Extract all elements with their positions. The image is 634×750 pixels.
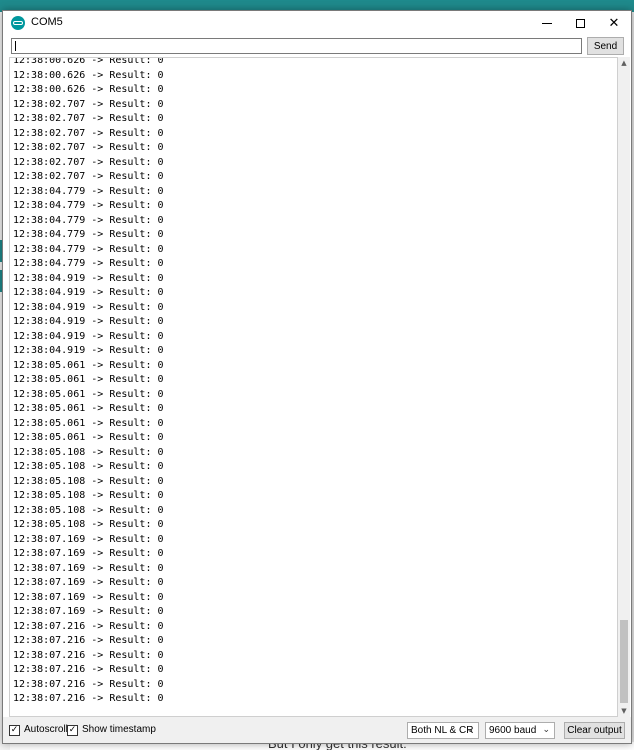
arduino-icon bbox=[11, 16, 25, 30]
window-title: COM5 bbox=[31, 16, 63, 28]
output-line: 12:38:05.108 -> Result: 0 bbox=[13, 519, 164, 530]
output-line: 12:38:02.707 -> Result: 0 bbox=[13, 171, 164, 182]
chevron-down-icon: ⌄ bbox=[542, 724, 550, 734]
output-line: 12:38:05.108 -> Result: 0 bbox=[13, 446, 164, 458]
output-line: 12:38:02.707 -> Result: 0 bbox=[13, 142, 164, 153]
output-line: 12:38:04.779 -> Result: 0 bbox=[13, 243, 164, 255]
output-line: 12:38:05.108 -> Result: 0 bbox=[13, 475, 164, 487]
output-line: 12:38:05.061 -> Result: 0 bbox=[13, 417, 164, 429]
output-line: 12:38:07.169 -> Result: 0 bbox=[13, 606, 164, 617]
baud-rate-value: 9600 baud bbox=[489, 725, 537, 736]
baud-rate-select[interactable]: 9600 baud ⌄ bbox=[485, 722, 555, 739]
minimize-icon bbox=[542, 22, 552, 24]
title-bar[interactable]: COM5 ✕ bbox=[3, 11, 631, 35]
output-line: 12:38:04.779 -> Result: 0 bbox=[13, 200, 164, 211]
checkmark-icon: ✓ bbox=[68, 725, 77, 735]
output-line: 12:38:00.626 -> Result: 0 bbox=[13, 84, 164, 95]
output-line: 12:38:07.216 -> Result: 0 bbox=[13, 635, 164, 646]
output-line: 12:38:05.061 -> Result: 0 bbox=[13, 388, 164, 400]
scrollbar-thumb[interactable] bbox=[620, 620, 628, 703]
line-ending-select[interactable]: Both NL & CR ⌄ bbox=[407, 722, 479, 739]
serial-input-field[interactable] bbox=[11, 38, 582, 54]
output-line: 12:38:04.779 -> Result: 0 bbox=[13, 214, 164, 226]
send-bar: Send bbox=[3, 35, 631, 57]
output-line: 12:38:07.216 -> Result: 0 bbox=[13, 693, 164, 704]
output-line: 12:38:04.919 -> Result: 0 bbox=[13, 330, 164, 342]
output-lines: 12:38:00.626 -> Result: 0 12:38:00.626 ->… bbox=[13, 57, 164, 707]
output-line: 12:38:07.169 -> Result: 0 bbox=[13, 533, 164, 545]
output-line: 12:38:05.108 -> Result: 0 bbox=[13, 504, 164, 516]
output-line: 12:38:07.169 -> Result: 0 bbox=[13, 577, 164, 588]
line-ending-value: Both NL & CR bbox=[411, 725, 474, 736]
close-button[interactable]: ✕ bbox=[597, 11, 631, 35]
serial-monitor-window: COM5 ✕ Send 12:38:00.626 -> Result: 0 12:… bbox=[2, 10, 632, 744]
timestamp-label: Show timestamp bbox=[82, 724, 156, 735]
text-caret bbox=[15, 41, 16, 51]
output-line: 12:38:02.707 -> Result: 0 bbox=[13, 156, 164, 168]
output-line: 12:38:05.061 -> Result: 0 bbox=[13, 374, 164, 385]
maximize-button[interactable] bbox=[563, 11, 597, 35]
output-line: 12:38:07.169 -> Result: 0 bbox=[13, 591, 164, 603]
output-line: 12:38:07.216 -> Result: 0 bbox=[13, 678, 164, 690]
serial-output-area[interactable]: 12:38:00.626 -> Result: 0 12:38:00.626 ->… bbox=[9, 57, 618, 717]
output-line: 12:38:04.919 -> Result: 0 bbox=[13, 301, 164, 313]
output-line: 12:38:02.707 -> Result: 0 bbox=[13, 127, 164, 139]
output-line: 12:38:05.108 -> Result: 0 bbox=[13, 461, 164, 472]
clear-output-button[interactable]: Clear output bbox=[564, 722, 625, 739]
timestamp-checkbox[interactable]: ✓ bbox=[67, 725, 78, 736]
autoscroll-checkbox[interactable]: ✓ bbox=[9, 725, 20, 736]
output-line: 12:38:04.779 -> Result: 0 bbox=[13, 258, 164, 269]
output-line: 12:38:04.919 -> Result: 0 bbox=[13, 345, 164, 356]
output-line: 12:38:04.779 -> Result: 0 bbox=[13, 185, 164, 197]
output-line: 12:38:07.169 -> Result: 0 bbox=[13, 548, 164, 559]
output-line: 12:38:05.061 -> Result: 0 bbox=[13, 359, 164, 371]
close-icon: ✕ bbox=[608, 15, 620, 31]
output-line: 12:38:04.919 -> Result: 0 bbox=[13, 272, 164, 284]
minimize-button[interactable] bbox=[530, 11, 564, 35]
output-line: 12:38:04.919 -> Result: 0 bbox=[13, 316, 164, 327]
chevron-down-icon: ⌄ bbox=[466, 724, 474, 734]
output-line: 12:38:05.108 -> Result: 0 bbox=[13, 490, 164, 501]
output-line: 12:38:00.626 -> Result: 0 bbox=[13, 57, 164, 66]
output-line: 12:38:04.779 -> Result: 0 bbox=[13, 229, 164, 240]
autoscroll-label: Autoscroll bbox=[24, 724, 68, 735]
output-line: 12:38:07.216 -> Result: 0 bbox=[13, 620, 164, 632]
scroll-up-icon[interactable]: ▲ bbox=[618, 57, 630, 69]
output-line: 12:38:02.707 -> Result: 0 bbox=[13, 113, 164, 124]
output-line: 12:38:04.919 -> Result: 0 bbox=[13, 287, 164, 298]
checkmark-icon: ✓ bbox=[10, 725, 19, 735]
output-line: 12:38:02.707 -> Result: 0 bbox=[13, 98, 164, 110]
output-line: 12:38:07.216 -> Result: 0 bbox=[13, 649, 164, 661]
output-line: 12:38:05.061 -> Result: 0 bbox=[13, 432, 164, 443]
output-line: 12:38:05.061 -> Result: 0 bbox=[13, 403, 164, 414]
vertical-scrollbar[interactable]: ▲ ▼ bbox=[618, 57, 630, 717]
maximize-icon bbox=[575, 18, 585, 28]
bottom-toolbar: ✓ Autoscroll ✓ Show timestamp Both NL & … bbox=[3, 717, 631, 743]
output-line: 12:38:07.216 -> Result: 0 bbox=[13, 664, 164, 675]
output-line: 12:38:07.169 -> Result: 0 bbox=[13, 562, 164, 574]
output-line: 12:38:00.626 -> Result: 0 bbox=[13, 69, 164, 81]
scroll-down-icon[interactable]: ▼ bbox=[618, 705, 630, 717]
send-button[interactable]: Send bbox=[587, 37, 624, 55]
